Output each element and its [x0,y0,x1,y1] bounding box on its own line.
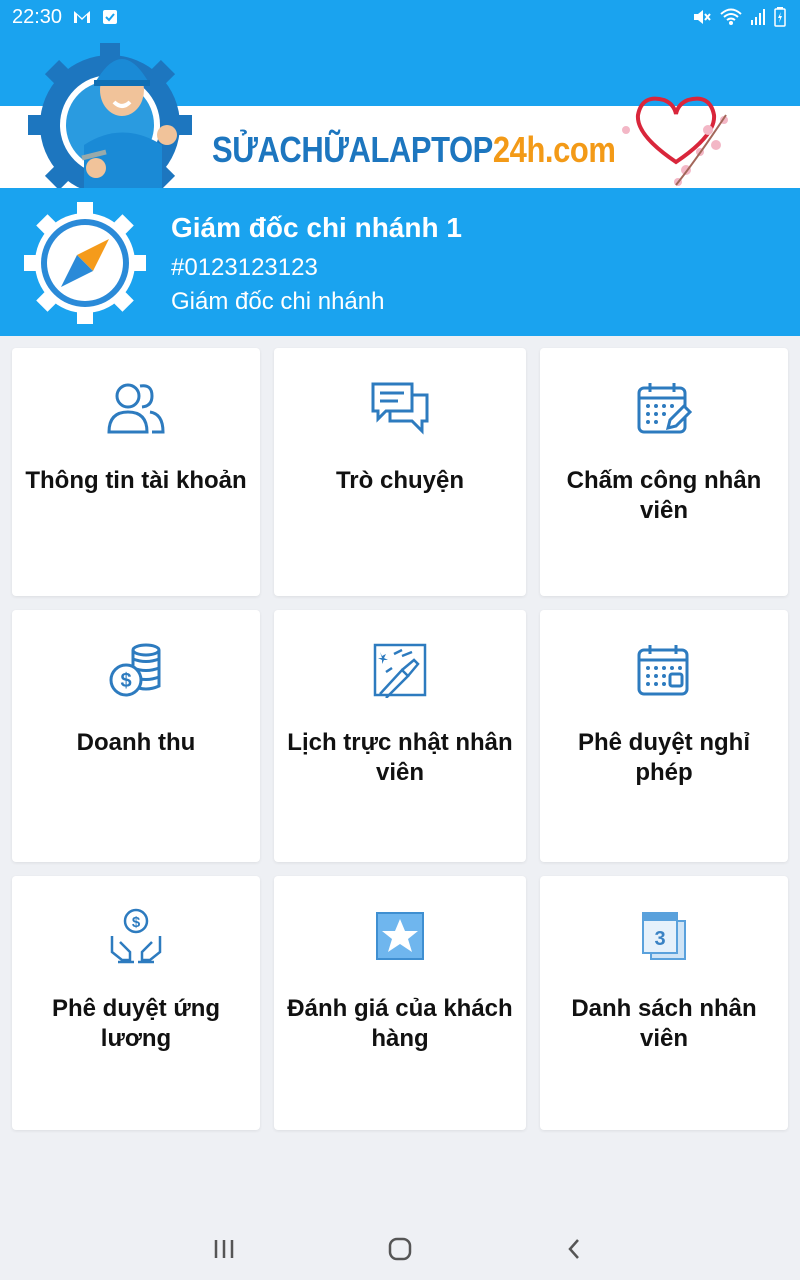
menu-salary-advance[interactable]: $ Phê duyệt ứng lương [12,876,260,1130]
svg-text:$: $ [120,670,131,692]
menu-duty-schedule[interactable]: Lịch trực nhật nhân viên [274,610,526,862]
menu-staff-list[interactable]: 3 Danh sách nhân viên [540,876,788,1130]
navigation-bar [0,1216,800,1280]
chat-icon [370,378,430,438]
menu-label: Thông tin tài khoản [25,467,247,494]
profile-role: Giám đốc chi nhánh [171,288,385,315]
menu-label: Phê duyệt ứng lương [51,995,221,1052]
svg-text:$: $ [132,914,141,931]
salary-hands-icon: $ [106,906,166,966]
list-icon: 3 [634,906,694,966]
menu-account-info[interactable]: Thông tin tài khoản [12,348,260,596]
checkbox-icon [102,9,118,25]
menu-chat[interactable]: Trò chuyện [274,348,526,596]
heart-decoration-icon [616,90,736,190]
menu-timekeeping[interactable]: Chấm công nhân viên [540,348,788,596]
menu-label: Danh sách nhân viên [571,995,757,1052]
menu-label: Lịch trực nhật nhân viên [287,729,513,786]
users-icon [106,378,166,438]
svg-text:3: 3 [654,928,665,950]
profile-header: Giám đốc chi nhánh 1 #0123123123 Giám đố… [0,188,800,336]
mute-icon [692,8,712,26]
menu-label: Chấm công nhân viên [566,467,762,524]
status-bar: 22:30 [0,0,800,34]
brand-logo-text: SỬACHỮALAPTOP 24h.com [212,127,616,173]
coins-icon: $ [106,640,166,700]
status-time: 22:30 [12,5,63,28]
menu-leave-approval[interactable]: Phê duyệt nghỉ phép [540,610,788,862]
battery-icon [774,7,786,27]
menu-label: Doanh thu [76,729,196,756]
mascot-logo [22,40,198,207]
signal-icon [750,8,766,26]
avatar [24,202,146,324]
home-icon[interactable] [380,1234,420,1264]
gmail-icon [72,9,92,25]
cleaning-icon [370,640,430,700]
menu-label: Đánh giá của khách hàng [287,995,513,1052]
calendar-edit-icon [634,378,694,438]
back-icon[interactable] [554,1234,594,1264]
profile-id: #0123123123 [171,254,318,281]
menu-label: Phê duyệt nghỉ phép [577,729,750,786]
calendar-icon [634,640,694,700]
brand-part2: 24h.com [492,129,616,170]
recent-apps-icon[interactable] [204,1234,244,1264]
menu-customer-reviews[interactable]: Đánh giá của khách hàng [274,876,526,1130]
wifi-icon [720,8,742,26]
menu-label: Trò chuyện [335,467,464,494]
brand-part1: SỬACHỮALAPTOP [212,129,493,170]
profile-name: Giám đốc chi nhánh 1 [171,212,462,243]
menu-revenue[interactable]: $ Doanh thu [12,610,260,862]
star-icon [370,906,430,966]
